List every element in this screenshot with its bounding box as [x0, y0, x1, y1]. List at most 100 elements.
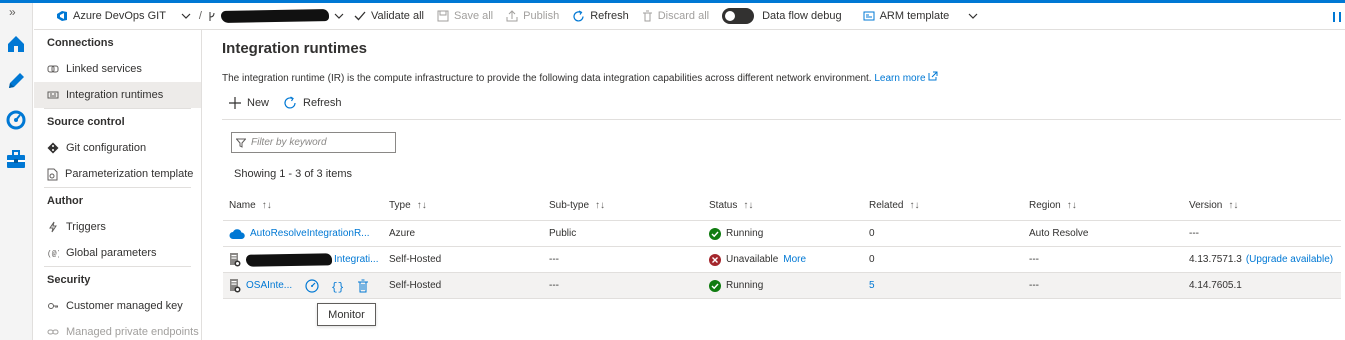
save-icon	[437, 10, 449, 22]
column-header-type[interactable]: Type ↑↓	[389, 191, 427, 220]
linked-services-icon	[47, 65, 59, 73]
sidebar-item-customer-managed-key[interactable]: Customer managed key	[34, 293, 201, 319]
column-label: Sub-type	[549, 200, 590, 211]
azure-devops-icon	[57, 11, 67, 21]
repo-selector[interactable]: Azure DevOps GIT	[56, 3, 191, 30]
column-label: Region	[1029, 200, 1061, 211]
branch-selector[interactable]	[208, 3, 344, 30]
new-label: New	[247, 97, 270, 109]
description-text: The integration runtime (IR) is the comp…	[222, 73, 872, 84]
column-header-name[interactable]: Name ↑↓	[229, 191, 272, 220]
manage-toolbox-icon[interactable]	[5, 148, 27, 170]
upgrade-available-link[interactable]: (Upgrade available)	[1246, 254, 1333, 265]
sort-icon[interactable]: ↑↓	[1067, 200, 1077, 211]
arm-template-button[interactable]: ARM template	[863, 3, 979, 30]
refresh-button[interactable]: Refresh	[572, 3, 629, 30]
column-header-version[interactable]: Version ↑↓	[1189, 191, 1238, 220]
parameters-icon: (@)	[47, 250, 59, 259]
section-connections: Connections	[47, 37, 114, 49]
version-cell: ---	[1189, 228, 1199, 239]
sort-icon[interactable]: ↑↓	[909, 200, 919, 211]
row-action-buttons: {}	[305, 273, 369, 298]
table-row: OSAInte... {} Self-Hosted --- Running 5 …	[223, 273, 1341, 299]
sidebar-item-label: Customer managed key	[66, 300, 183, 312]
data-flow-debug-toggle[interactable]: Data flow debug	[722, 3, 842, 30]
external-link-icon[interactable]	[928, 71, 938, 81]
data-flow-debug-label: Data flow debug	[762, 10, 842, 22]
save-all-button[interactable]: Save all	[437, 3, 493, 30]
sidebar-item-linked-services[interactable]: Linked services	[34, 56, 201, 82]
runtime-name-link[interactable]: Integrati...	[334, 254, 378, 265]
runtime-name-link[interactable]: OSAInte...	[246, 280, 292, 291]
column-header-related[interactable]: Related ↑↓	[869, 191, 919, 220]
azure-cloud-icon	[229, 228, 245, 239]
status-cell: Running	[709, 221, 763, 246]
left-rail: »	[0, 3, 33, 340]
page-description: The integration runtime (IR) is the comp…	[222, 71, 938, 84]
refresh-label: Refresh	[303, 97, 342, 109]
trash-icon[interactable]	[357, 279, 369, 293]
region-cell: Auto Resolve	[1029, 228, 1089, 239]
name-cell: Integrati...	[229, 247, 378, 272]
endpoint-icon	[47, 329, 59, 335]
publish-button[interactable]: Publish	[506, 3, 559, 30]
monitor-icon[interactable]	[5, 109, 27, 131]
filter-input[interactable]	[251, 137, 391, 148]
sidebar-item-label: Managed private endpoints	[66, 326, 199, 338]
runtimes-table: Name ↑↓ Type ↑↓ Sub-type ↑↓ Status ↑↓ Relate…	[223, 191, 1341, 299]
success-check-icon	[709, 279, 721, 292]
toggle-switch[interactable]	[722, 8, 755, 24]
monitor-icon[interactable]	[305, 278, 319, 293]
sort-icon[interactable]: ↑↓	[262, 200, 272, 211]
subtype-cell: ---	[549, 280, 559, 291]
success-check-icon	[709, 227, 721, 240]
page-title: Integration runtimes	[222, 40, 368, 57]
column-header-region[interactable]: Region ↑↓	[1029, 191, 1077, 220]
sidebar-item-global-parameters[interactable]: (@) Global parameters	[34, 240, 201, 266]
repo-label: Azure DevOps GIT	[73, 10, 166, 22]
column-label: Name	[229, 200, 256, 211]
manage-sidebar: Connections Linked services Integration …	[34, 30, 202, 340]
sort-icon[interactable]: ↑↓	[417, 200, 427, 211]
column-header-status[interactable]: Status ↑↓	[709, 191, 753, 220]
column-label: Type	[389, 200, 411, 211]
sidebar-item-managed-private-endpoints[interactable]: Managed private endpoints	[34, 319, 201, 340]
trigger-icon	[49, 221, 57, 233]
sort-icon[interactable]: ↑↓	[743, 200, 753, 211]
discard-all-label: Discard all	[657, 10, 710, 22]
command-bar: New Refresh	[229, 96, 342, 110]
sidebar-item-integration-runtimes[interactable]: Integration runtimes	[34, 82, 201, 108]
chevron-down-icon	[968, 13, 978, 19]
related-count-link[interactable]: 5	[869, 280, 875, 291]
name-cell: OSAInte...	[229, 273, 292, 298]
sidebar-item-label: Triggers	[66, 221, 106, 233]
sidebar-item-git-configuration[interactable]: Git configuration	[34, 135, 201, 161]
status-more-link[interactable]: More	[783, 254, 806, 265]
sidebar-item-triggers[interactable]: Triggers	[34, 214, 201, 240]
error-x-icon	[709, 253, 721, 266]
arm-template-label: ARM template	[879, 10, 950, 22]
author-pencil-icon[interactable]	[5, 70, 27, 92]
validate-all-button[interactable]: Validate all	[354, 3, 424, 30]
expand-rail-icon[interactable]: »	[9, 5, 16, 19]
divider	[222, 119, 1341, 120]
redacted-branch-name	[220, 9, 330, 23]
filter-box[interactable]	[231, 132, 396, 153]
branch-icon	[209, 11, 215, 21]
discard-all-button[interactable]: Discard all	[642, 3, 709, 30]
sort-icon[interactable]: ↑↓	[1228, 200, 1238, 211]
code-braces-icon[interactable]: {}	[331, 279, 345, 293]
column-header-subtype[interactable]: Sub-type ↑↓	[549, 191, 605, 220]
refresh-icon	[284, 96, 296, 109]
new-button[interactable]: New	[229, 96, 269, 110]
runtime-name-link[interactable]: AutoResolveIntegrationR...	[250, 228, 370, 239]
sidebar-item-parameterization-template[interactable]: Parameterization template	[34, 161, 201, 187]
home-icon[interactable]	[5, 33, 27, 55]
region-cell: ---	[1029, 254, 1039, 265]
refresh-list-button[interactable]: Refresh	[283, 96, 342, 110]
learn-more-link[interactable]: Learn more	[874, 73, 925, 84]
sort-icon[interactable]: ↑↓	[595, 200, 605, 211]
top-toolbar: Azure DevOps GIT / Validate all Save all…	[34, 3, 1345, 30]
subtype-cell: ---	[549, 254, 559, 265]
related-cell: 5	[869, 273, 875, 298]
